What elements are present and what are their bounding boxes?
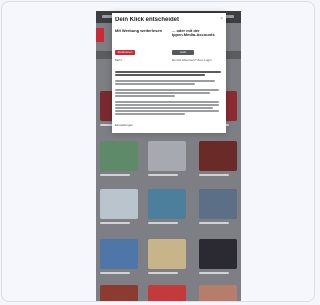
article-caption: [148, 222, 178, 224]
consent-text-line: [115, 95, 175, 97]
article-thumbnail[interactable]: [199, 141, 237, 171]
consent-text-line: [115, 74, 205, 76]
article-thumbnail[interactable]: [148, 141, 186, 171]
article-thumbnail[interactable]: [100, 141, 138, 171]
consent-text-line: [115, 83, 195, 85]
preview-card: Dein Klick entscheidet × Mit Werbung wei…: [1, 1, 315, 302]
article-thumbnail[interactable]: [199, 189, 237, 219]
article-caption: [148, 174, 178, 176]
article-thumbnail[interactable]: [148, 285, 186, 301]
consent-dialog: Dein Klick entscheidet × Mit Werbung wei…: [112, 13, 226, 133]
article-thumbnail[interactable]: [100, 189, 138, 219]
article-caption: [100, 174, 130, 176]
consent-text-line: [115, 92, 210, 94]
subscribe-button[interactable]: Jetzt abonnieren: [172, 50, 194, 55]
close-icon[interactable]: ×: [220, 16, 223, 22]
login-link[interactable]: Du bist Abonnent? Zum Login: [172, 58, 212, 62]
consent-dialog-title: Dein Klick entscheidet: [115, 17, 180, 23]
consent-text-line: [115, 101, 219, 103]
consent-text-line: [115, 104, 219, 106]
article-thumbnail[interactable]: [199, 239, 237, 269]
article-caption: [100, 272, 130, 274]
left-option-note[interactable]: Mehr: [115, 58, 122, 62]
accept-button[interactable]: Zustimmen: [115, 50, 135, 55]
article-thumbnail[interactable]: [148, 239, 186, 269]
settings-link[interactable]: Einstellungen: [115, 123, 133, 127]
article-caption: [100, 222, 130, 224]
article-thumbnail[interactable]: [100, 285, 138, 301]
right-option-heading: ... oder mit der Ippen.Media-Accounts: [172, 28, 215, 37]
article-caption: [199, 174, 229, 176]
article-thumbnail[interactable]: [148, 189, 186, 219]
consent-text-line: [115, 71, 221, 73]
consent-text-line: [115, 113, 185, 115]
left-option-heading: Mit Werbung weiterlesen: [115, 28, 163, 33]
article-thumbnail[interactable]: [100, 239, 138, 269]
consent-text-line: [115, 80, 215, 82]
consent-text-line: [115, 107, 213, 109]
article-thumbnail[interactable]: [199, 285, 237, 301]
consent-text-line: [115, 110, 219, 112]
article-caption: [199, 222, 229, 224]
consent-text-line: [115, 89, 219, 91]
article-caption: [199, 272, 229, 274]
article-caption: [148, 272, 178, 274]
